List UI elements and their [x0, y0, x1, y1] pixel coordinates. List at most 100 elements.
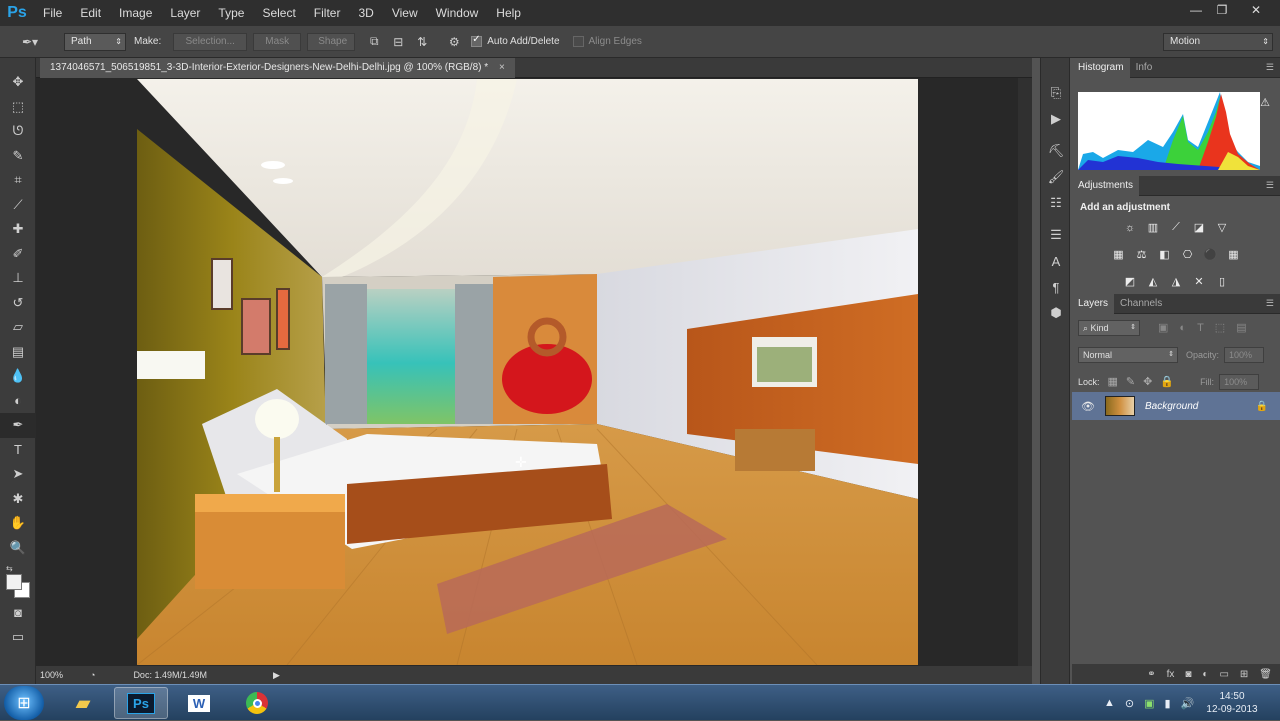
taskbar-word[interactable]: W	[172, 687, 226, 719]
minimize-button[interactable]: —	[1182, 0, 1210, 20]
start-button[interactable]: ⊞	[4, 686, 44, 720]
workspace-select[interactable]: Motion ⇕	[1163, 33, 1273, 51]
bedroom-interior-image[interactable]: ✛	[137, 79, 918, 665]
layer-thumbnail[interactable]	[1104, 396, 1135, 416]
layer-row-background[interactable]: 👁 Background 🔒	[1072, 392, 1280, 420]
threshold-icon[interactable]: ◮	[1168, 273, 1185, 290]
auto-add-delete-checkbox[interactable]	[471, 34, 483, 47]
menu-help[interactable]: Help	[487, 0, 530, 26]
filter-adjustment-icon[interactable]: ◐	[1179, 322, 1186, 334]
add-mask-icon[interactable]: ◙	[1185, 669, 1191, 680]
gradient-tool-icon[interactable]: ▤	[0, 340, 36, 365]
3d-panel-icon[interactable]: ⬢	[1041, 300, 1071, 326]
pen-tool-preset-icon[interactable]: ✒▾	[16, 33, 44, 51]
path-selection-tool-icon[interactable]: ➤	[0, 462, 36, 487]
color-swatches[interactable]: ⇆	[0, 560, 35, 600]
gradient-map-icon[interactable]: ▯	[1214, 273, 1231, 290]
type-tool-icon[interactable]: T	[0, 438, 36, 463]
blend-mode-select[interactable]: Normal ⇕	[1078, 346, 1178, 363]
tab-histogram[interactable]: Histogram	[1072, 57, 1130, 78]
levels-icon[interactable]: ▥	[1145, 219, 1162, 236]
menu-window[interactable]: Window	[427, 0, 488, 26]
color-balance-icon[interactable]: ⚖	[1133, 246, 1150, 263]
paragraph-panel-icon[interactable]: ☰	[1041, 222, 1071, 248]
filter-smart-object-icon[interactable]: ▤	[1236, 321, 1246, 334]
menu-select[interactable]: Select	[253, 0, 304, 26]
lasso-tool-icon[interactable]: ᘎ	[0, 119, 36, 144]
tab-adjustments[interactable]: Adjustments	[1072, 175, 1140, 196]
menu-layer[interactable]: Layer	[161, 0, 209, 26]
swap-colors-icon[interactable]: ⇆	[6, 564, 13, 573]
align-edges-checkbox[interactable]	[572, 36, 584, 47]
taskbar-photoshop[interactable]: Ps	[114, 687, 168, 719]
tool-mode-select[interactable]: Path ⇕	[64, 32, 126, 51]
selection-button[interactable]: Selection...	[173, 32, 248, 51]
selective-color-icon[interactable]: ✕	[1191, 273, 1208, 290]
menu-edit[interactable]: Edit	[71, 0, 110, 26]
clone-stamp-tool-icon[interactable]: ⊥	[0, 266, 36, 291]
move-tool-icon[interactable]: ✥	[0, 70, 36, 95]
tab-info[interactable]: Info	[1130, 58, 1159, 78]
new-layer-icon[interactable]: ⊞	[1240, 669, 1248, 680]
path-operations-icon[interactable]: ⧉	[365, 33, 383, 51]
lock-image-icon[interactable]: ✎	[1126, 375, 1135, 388]
curves-icon[interactable]: ⟋	[1168, 219, 1185, 236]
zoom-level[interactable]: 100%	[40, 670, 72, 680]
eye-visibility-icon[interactable]: 👁	[1081, 400, 1095, 413]
brush-tool-icon[interactable]: ✐	[0, 242, 36, 267]
posterize-icon[interactable]: ◭	[1145, 273, 1162, 290]
black-white-icon[interactable]: ◧	[1156, 246, 1173, 263]
hue-saturation-icon[interactable]: ▦	[1110, 246, 1127, 263]
show-hidden-icons[interactable]: ▲	[1104, 697, 1115, 709]
network-icon[interactable]: ⊙	[1125, 697, 1134, 710]
fill-field[interactable]: 100%	[1219, 373, 1260, 390]
history-panel-icon[interactable]: ⎘	[1041, 80, 1071, 106]
lock-transparent-icon[interactable]: ▦	[1108, 375, 1118, 388]
clock[interactable]: 14:50 12-09-2013	[1196, 685, 1268, 721]
close-tab-icon[interactable]: ×	[499, 62, 505, 73]
filter-type-icon[interactable]: T	[1197, 322, 1204, 334]
taskbar-explorer[interactable]: ▰	[56, 687, 110, 719]
filter-pixel-icon[interactable]: ▣	[1158, 321, 1168, 334]
foreground-color-swatch[interactable]	[6, 574, 22, 590]
menu-3d[interactable]: 3D	[349, 0, 382, 26]
volume-icon[interactable]: 🔊	[1181, 697, 1195, 710]
paragraph-styles-icon[interactable]: ¶	[1041, 274, 1071, 300]
healing-brush-tool-icon[interactable]: ✚	[0, 217, 36, 242]
actions-panel-icon[interactable]: ▶	[1041, 106, 1071, 132]
vertical-scrollbar[interactable]	[1018, 78, 1032, 666]
menu-type[interactable]: Type	[209, 0, 253, 26]
delete-layer-icon[interactable]: 🗑	[1259, 669, 1272, 680]
menu-image[interactable]: Image	[110, 0, 161, 26]
brightness-contrast-icon[interactable]: ☼	[1122, 219, 1139, 236]
link-layers-icon[interactable]: ⚭	[1147, 669, 1155, 680]
tab-layers[interactable]: Layers	[1072, 293, 1115, 314]
path-arrangement-icon[interactable]: ⇅	[413, 33, 431, 51]
toolbar-grip[interactable]	[0, 58, 35, 70]
shape-button[interactable]: Shape	[307, 32, 356, 51]
dodge-tool-icon[interactable]: ◐	[0, 389, 36, 414]
battery-icon[interactable]: ▣	[1144, 697, 1154, 710]
kind-filter-select[interactable]: ⌕ Kind ⇕	[1078, 319, 1140, 336]
marquee-tool-icon[interactable]: ⬚	[0, 95, 36, 120]
panel-menu-icon[interactable]: ☰	[1266, 180, 1274, 191]
lock-position-icon[interactable]: ✥	[1143, 375, 1152, 388]
eraser-tool-icon[interactable]: ▱	[0, 315, 36, 340]
brush-presets-icon[interactable]: ⛏	[1041, 138, 1071, 164]
color-lookup-icon[interactable]: ▦	[1225, 246, 1242, 263]
opacity-field[interactable]: 100%	[1224, 346, 1265, 363]
exposure-icon[interactable]: ◪	[1191, 219, 1208, 236]
panel-menu-icon[interactable]: ☰	[1266, 298, 1274, 309]
lock-all-icon[interactable]: 🔒	[1160, 375, 1174, 388]
custom-shape-tool-icon[interactable]: ✱	[0, 487, 36, 512]
hand-tool-icon[interactable]: ✋	[0, 511, 36, 536]
photo-filter-icon[interactable]: ⎔	[1179, 246, 1196, 263]
layer-style-icon[interactable]: fx	[1167, 669, 1175, 680]
path-alignment-icon[interactable]: ⊟	[389, 33, 407, 51]
menu-file[interactable]: File	[34, 0, 71, 26]
quick-mask-icon[interactable]: ◙	[0, 600, 36, 625]
vibrance-icon[interactable]: ▽	[1214, 219, 1231, 236]
crop-tool-icon[interactable]: ⌗	[0, 168, 36, 193]
character-panel-icon[interactable]: A	[1041, 248, 1071, 274]
zoom-tool-icon[interactable]: 🔍	[0, 536, 36, 561]
